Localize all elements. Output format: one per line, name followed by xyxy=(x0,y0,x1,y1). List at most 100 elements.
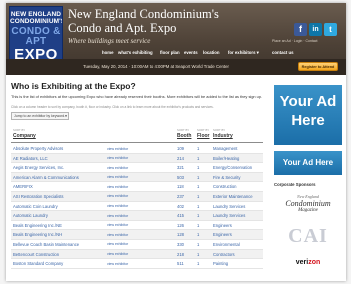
booth-number-link[interactable]: 511 xyxy=(177,261,184,266)
view-exhibitor-link[interactable]: view exhibitor xyxy=(107,204,128,208)
exhibitor-company-link[interactable]: Boston Standard Company xyxy=(13,261,105,266)
floor-number-link[interactable]: 1 xyxy=(197,261,199,266)
floor-number-link[interactable]: 1 xyxy=(197,232,199,237)
intro-instructions: Click on a column header to sort by comp… xyxy=(11,105,214,109)
booth-number-link[interactable]: 503 xyxy=(177,175,184,180)
floor-number-link[interactable]: 1 xyxy=(197,184,199,189)
view-exhibitor-link[interactable]: view exhibitor xyxy=(107,185,128,189)
top-links[interactable]: Place an Ad · Login · Contact xyxy=(272,39,344,43)
floor-number-link[interactable]: 1 xyxy=(197,156,199,161)
industry-link[interactable]: Construction xyxy=(213,184,263,189)
exhibitor-company-link[interactable]: Automatic Laundry xyxy=(13,213,105,218)
exhibitor-company-link[interactable]: Aegis Energy Services, Inc. xyxy=(13,165,105,170)
table-row: American Alarm & Communications view exhi… xyxy=(11,172,263,183)
exhibitor-company-link[interactable]: AMERIFIX xyxy=(13,184,105,189)
exhibitor-company-link[interactable]: Bettencourt Construction xyxy=(13,252,105,257)
industry-link[interactable]: Engineers xyxy=(213,223,263,228)
nav-item-for-exhibitors[interactable]: for exhibitors ▾ xyxy=(228,50,259,56)
floor-number-link[interactable]: 1 xyxy=(197,242,199,247)
booth-number-link[interactable]: 321 xyxy=(177,165,184,170)
ad-banner-small[interactable]: Your Ad Here xyxy=(274,151,342,175)
industry-link[interactable]: Laundry Services xyxy=(213,213,263,218)
floor-number-link[interactable]: 1 xyxy=(197,175,199,180)
industry-link[interactable]: Contractors xyxy=(213,252,263,257)
view-exhibitor-link[interactable]: view exhibitor xyxy=(107,242,128,246)
nav-item-events[interactable]: events xyxy=(184,50,198,55)
booth-number-link[interactable]: 126 xyxy=(177,223,184,228)
nav-item-whats-exhibiting[interactable]: what's exhibiting xyxy=(118,50,153,55)
floor-number-link[interactable]: 1 xyxy=(197,194,199,199)
exhibitor-company-link[interactable]: American Alarm & Communications xyxy=(13,175,105,180)
floor-number-link[interactable]: 1 xyxy=(197,252,199,257)
column-header-company[interactable]: Company xyxy=(13,133,36,139)
nav-item-floor-plan[interactable]: floor plan xyxy=(160,50,180,55)
industry-link[interactable]: Exterior Maintenance xyxy=(213,194,263,199)
expo-date: Tuesday, May 20, 2014 · 10:00AM to 4:00P… xyxy=(83,64,229,69)
linkedin-icon[interactable]: in xyxy=(309,23,322,36)
booth-number-link[interactable]: 415 xyxy=(177,213,184,218)
header-divider xyxy=(11,142,263,143)
floor-number-link[interactable]: 1 xyxy=(197,223,199,228)
industry-link[interactable]: Painting xyxy=(213,261,263,266)
facebook-icon[interactable]: f xyxy=(294,23,307,36)
view-exhibitor-link[interactable]: view exhibitor xyxy=(107,194,128,198)
industry-link[interactable]: Engineers xyxy=(213,232,263,237)
exhibitor-company-link[interactable]: AE Radiators, LLC xyxy=(13,156,105,161)
floor-number-link[interactable]: 1 xyxy=(197,146,199,151)
table-row: Bellevue Coach Basin Maintenance view exh… xyxy=(11,240,263,250)
intro-text: This is the list of exhibitors at the up… xyxy=(11,94,263,99)
sponsor-logo-cai[interactable]: CAI xyxy=(274,223,342,249)
industry-link[interactable]: Laundry Services xyxy=(213,204,263,209)
industry-link[interactable]: Energy/Conservation xyxy=(213,165,263,170)
exhibitor-jump-select[interactable]: Jump to an exhibitor by keyword... ▾ xyxy=(11,112,69,120)
table-row: Boston Standard Company view exhibitor 511… xyxy=(11,259,263,269)
sponsor1-line-a: New England xyxy=(297,194,319,199)
logo-line-1: NEW ENGLAND xyxy=(10,11,62,18)
table-row: Aegis Energy Services, Inc. view exhibito… xyxy=(11,163,263,173)
nav-item-location[interactable]: location xyxy=(203,50,219,55)
booth-number-link[interactable]: 118 xyxy=(177,184,184,189)
industry-link[interactable]: Fire & Security xyxy=(213,175,263,180)
site-tagline: Where buildings meet service xyxy=(68,37,151,45)
booth-number-link[interactable]: 218 xyxy=(177,252,184,257)
exhibitor-company-link[interactable]: Bellevue Coach Basin Maintenance xyxy=(13,242,105,247)
booth-number-link[interactable]: 109 xyxy=(177,146,184,151)
sponsor-logo-condominium-magazine[interactable]: New England Condominium Magazine xyxy=(274,191,342,219)
exhibitor-company-link[interactable]: Beals Engineering Inc./NE xyxy=(13,223,105,228)
view-exhibitor-link[interactable]: view exhibitor xyxy=(107,156,128,160)
jump-select-label: Jump to an exhibitor by keyword... xyxy=(14,114,68,118)
sponsor-logo-verizon[interactable]: verizon xyxy=(274,253,342,273)
floor-number-link[interactable]: 1 xyxy=(197,213,199,218)
industry-link[interactable]: Management xyxy=(213,146,263,151)
industry-link[interactable]: Environmental xyxy=(213,242,263,247)
view-exhibitor-link[interactable]: view exhibitor xyxy=(107,262,128,266)
twitter-icon[interactable]: t xyxy=(324,23,337,36)
industry-sort-hint: SORT BY xyxy=(213,128,226,132)
register-button[interactable]: Register to Attend xyxy=(298,62,338,71)
exhibitor-company-link[interactable]: Beals Engineering Inc./NH xyxy=(13,232,105,237)
booth-number-link[interactable]: 128 xyxy=(177,232,184,237)
column-header-floor[interactable]: Floor xyxy=(197,133,210,139)
view-exhibitor-link[interactable]: view exhibitor xyxy=(107,233,128,237)
floor-number-link[interactable]: 1 xyxy=(197,204,199,209)
nav-item-home[interactable]: home xyxy=(102,50,113,55)
industry-link[interactable]: Boiler/Heating xyxy=(213,156,263,161)
column-header-industry[interactable]: Industry xyxy=(213,133,233,139)
floor-number-link[interactable]: 1 xyxy=(197,165,199,170)
booth-number-link[interactable]: 237 xyxy=(177,194,184,199)
view-exhibitor-link[interactable]: view exhibitor xyxy=(107,223,128,227)
column-header-booth[interactable]: Booth xyxy=(177,133,191,139)
nav-item-contact-us[interactable]: contact us xyxy=(272,50,294,55)
booth-number-link[interactable]: 214 xyxy=(177,156,184,161)
view-exhibitor-link[interactable]: view exhibitor xyxy=(107,175,128,179)
booth-number-link[interactable]: 330 xyxy=(177,242,184,247)
view-exhibitor-link[interactable]: view exhibitor xyxy=(107,147,128,151)
exhibitor-company-link[interactable]: ASI Restoration Specialists xyxy=(13,194,105,199)
exhibitor-company-link[interactable]: Absolute Property Advisors xyxy=(13,146,105,151)
view-exhibitor-link[interactable]: view exhibitor xyxy=(107,166,128,170)
ad-banner-large[interactable]: Your Ad Here xyxy=(274,85,342,145)
view-exhibitor-link[interactable]: view exhibitor xyxy=(107,214,128,218)
view-exhibitor-link[interactable]: view exhibitor xyxy=(107,252,128,256)
exhibitor-company-link[interactable]: Automatic Coin Laundry xyxy=(13,204,105,209)
booth-number-link[interactable]: 402 xyxy=(177,204,184,209)
